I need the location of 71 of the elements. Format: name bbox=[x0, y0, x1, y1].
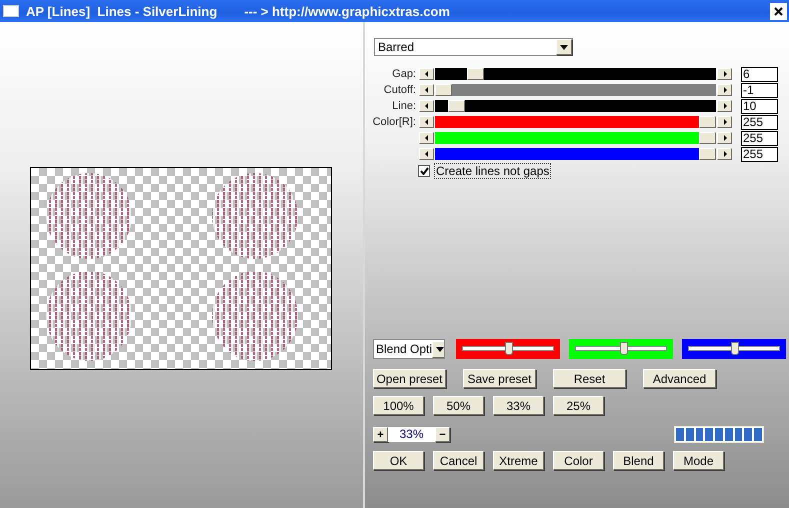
scroll-right-button[interactable] bbox=[717, 116, 732, 128]
slider-label: Cutoff: bbox=[382, 84, 417, 96]
preset-button[interactable]: Save preset bbox=[463, 369, 536, 388]
scroll-left-button[interactable] bbox=[419, 100, 434, 112]
zoom-button[interactable]: 50% bbox=[433, 396, 484, 415]
action-button[interactable]: Mode bbox=[673, 451, 724, 470]
left-arrow-icon bbox=[424, 119, 428, 125]
action-button[interactable]: Xtreme bbox=[493, 451, 544, 470]
value-field[interactable]: 6 bbox=[741, 66, 778, 82]
preset-button[interactable]: Advanced bbox=[643, 369, 716, 388]
left-arrow-icon bbox=[424, 71, 428, 77]
left-arrow-icon bbox=[424, 135, 428, 141]
value-field[interactable]: 255 bbox=[741, 114, 778, 130]
blend-dropdown[interactable]: Blend Opti bbox=[373, 339, 445, 359]
close-icon bbox=[774, 6, 783, 16]
scroll-right-button[interactable] bbox=[717, 148, 732, 160]
right-arrow-icon bbox=[722, 135, 726, 141]
left-arrow-icon bbox=[424, 103, 428, 109]
checkbox-label[interactable]: Create lines not gaps bbox=[434, 163, 552, 179]
blend-slider[interactable] bbox=[456, 339, 560, 359]
dropdown-button[interactable] bbox=[432, 340, 444, 358]
scroll-right-button[interactable] bbox=[717, 68, 732, 80]
zoom-button[interactable]: 100% bbox=[373, 396, 424, 415]
slider-label: Color[R]: bbox=[372, 116, 417, 128]
value-field[interactable]: -1 bbox=[741, 82, 778, 98]
website-link[interactable]: --- > http://www.graphicxtras.com bbox=[244, 4, 450, 18]
value-field[interactable]: 10 bbox=[741, 98, 778, 114]
scroll-right-button[interactable] bbox=[717, 132, 732, 144]
action-button[interactable]: Cancel bbox=[433, 451, 484, 470]
action-button[interactable]: OK bbox=[373, 451, 424, 470]
blend-slider[interactable] bbox=[682, 339, 786, 359]
scroll-right-button[interactable] bbox=[717, 84, 732, 96]
window-title: AP [Lines] Lines - SilverLining bbox=[26, 4, 218, 18]
zoom-button[interactable]: 33% bbox=[493, 396, 544, 415]
preset-button[interactable]: Open preset bbox=[373, 369, 446, 388]
preset-button[interactable]: Reset bbox=[553, 369, 626, 388]
blend-slider[interactable] bbox=[569, 339, 673, 359]
action-button[interactable]: Blend bbox=[613, 451, 664, 470]
left-arrow-icon bbox=[424, 151, 428, 157]
scroll-left-button[interactable] bbox=[419, 116, 434, 128]
scroll-left-button[interactable] bbox=[419, 84, 434, 96]
right-arrow-icon bbox=[722, 103, 726, 109]
zoom-button[interactable]: 25% bbox=[553, 396, 604, 415]
scroll-right-button[interactable] bbox=[717, 100, 732, 112]
right-arrow-icon bbox=[722, 87, 726, 93]
checkmark-icon bbox=[420, 167, 428, 175]
window-icon bbox=[3, 5, 19, 17]
value-field[interactable]: 255 bbox=[741, 146, 778, 162]
right-arrow-icon bbox=[722, 71, 726, 77]
action-button[interactable]: Color bbox=[553, 451, 604, 470]
slider-thumb[interactable] bbox=[505, 342, 513, 355]
slider-label: Line: bbox=[391, 100, 417, 112]
right-arrow-icon bbox=[722, 151, 726, 157]
effect-dropdown[interactable]: Barred bbox=[374, 38, 573, 56]
scroll-left-button[interactable] bbox=[419, 68, 434, 80]
caret-icon bbox=[560, 44, 568, 50]
dropdown-button[interactable] bbox=[556, 39, 572, 55]
scroll-left-button[interactable] bbox=[419, 132, 434, 144]
left-arrow-icon bbox=[424, 87, 428, 93]
close-button[interactable] bbox=[770, 2, 787, 20]
slider-thumb[interactable] bbox=[731, 342, 739, 355]
zoom-field[interactable]: 33% bbox=[388, 427, 435, 442]
caret-icon bbox=[436, 346, 444, 352]
slider-thumb[interactable] bbox=[620, 342, 628, 355]
slider-label: Gap: bbox=[391, 68, 417, 80]
scroll-left-button[interactable] bbox=[419, 148, 434, 160]
value-field[interactable]: 255 bbox=[741, 130, 778, 146]
zoom-in-button[interactable]: + bbox=[373, 427, 388, 442]
right-arrow-icon bbox=[722, 119, 726, 125]
zoom-out-button[interactable]: − bbox=[435, 427, 450, 442]
checkbox[interactable] bbox=[418, 165, 430, 177]
